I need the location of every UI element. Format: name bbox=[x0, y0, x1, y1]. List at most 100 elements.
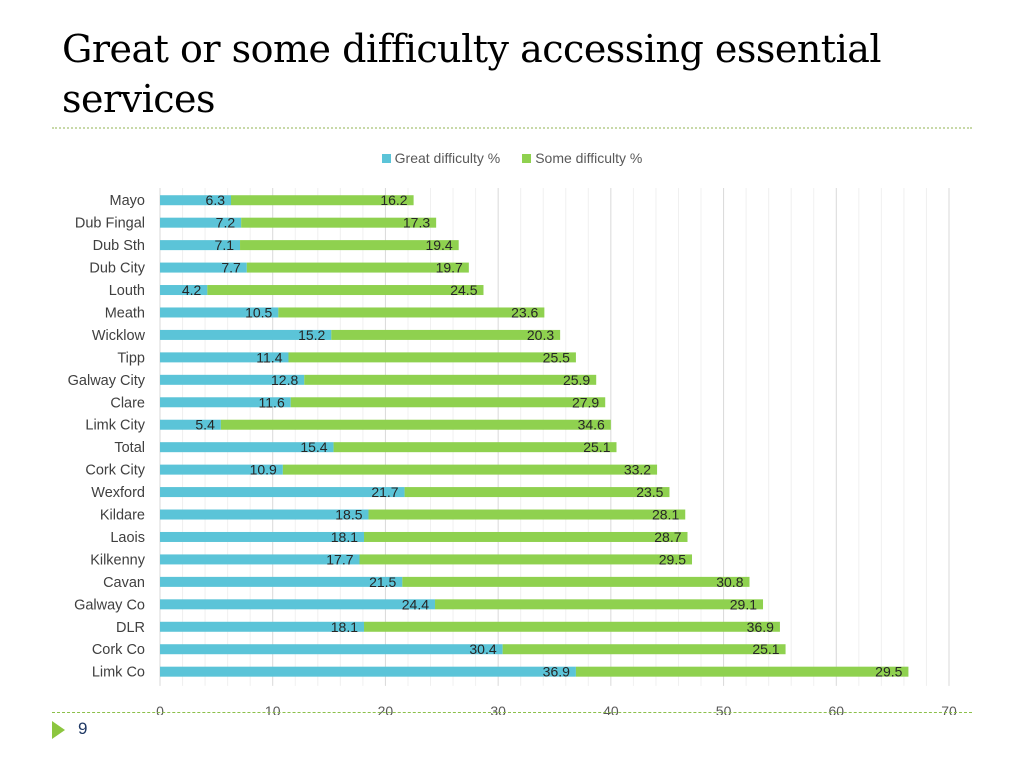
data-label: 15.4 bbox=[300, 439, 327, 455]
chart-legend: Great difficulty % Some difficulty % bbox=[0, 150, 1024, 166]
triangle-bullet-icon bbox=[52, 721, 65, 739]
data-label: 29.5 bbox=[659, 551, 686, 567]
category-label: Limk Co bbox=[92, 665, 145, 681]
bar-some-difficulty bbox=[435, 599, 764, 610]
footer-divider bbox=[52, 712, 972, 713]
data-label: 18.5 bbox=[335, 507, 362, 523]
data-label: 4.2 bbox=[182, 282, 202, 298]
category-label: Wexford bbox=[91, 485, 145, 501]
bar-great-difficulty bbox=[160, 666, 576, 677]
x-tick-label: 0 bbox=[156, 703, 164, 715]
category-label: DLR bbox=[116, 620, 145, 636]
data-label: 34.6 bbox=[578, 417, 605, 433]
x-tick-label: 30 bbox=[490, 703, 506, 715]
data-label: 30.4 bbox=[469, 641, 496, 657]
bar-some-difficulty bbox=[333, 442, 617, 453]
bar-great-difficulty bbox=[160, 576, 403, 587]
bar-some-difficulty bbox=[220, 419, 611, 430]
data-label: 10.5 bbox=[245, 304, 272, 320]
x-tick-label: 10 bbox=[265, 703, 281, 715]
data-label: 25.1 bbox=[583, 439, 610, 455]
data-label: 16.2 bbox=[380, 192, 407, 208]
title-divider bbox=[52, 127, 972, 129]
category-label: Total bbox=[114, 440, 145, 456]
bar-some-difficulty bbox=[404, 487, 670, 498]
data-label: 10.9 bbox=[250, 462, 277, 478]
bar-some-difficulty bbox=[290, 397, 606, 408]
data-label: 18.1 bbox=[331, 529, 358, 545]
legend-swatch-great bbox=[381, 153, 391, 163]
x-tick-label: 20 bbox=[378, 703, 394, 715]
data-label: 23.6 bbox=[511, 304, 538, 320]
category-label: Limk City bbox=[85, 418, 145, 434]
data-label: 27.9 bbox=[572, 394, 599, 410]
category-label: Cork City bbox=[85, 463, 145, 479]
legend-swatch-some bbox=[522, 153, 532, 163]
slide-title: Great or some difficulty accessing essen… bbox=[62, 27, 882, 121]
data-label: 25.1 bbox=[752, 641, 779, 657]
bar-some-difficulty bbox=[359, 554, 693, 565]
x-tick-label: 50 bbox=[716, 703, 732, 715]
legend-item-great: Great difficulty % bbox=[381, 150, 501, 166]
data-label: 24.5 bbox=[450, 282, 477, 298]
bar-some-difficulty bbox=[502, 644, 786, 655]
bar-some-difficulty bbox=[402, 576, 750, 587]
category-label: Kilkenny bbox=[90, 552, 146, 568]
category-label: Clare bbox=[110, 395, 145, 411]
category-label: Cork Co bbox=[92, 642, 145, 658]
category-label: Kildare bbox=[100, 508, 145, 524]
data-label: 23.5 bbox=[636, 484, 663, 500]
bar-some-difficulty bbox=[364, 531, 688, 542]
bar-some-difficulty bbox=[282, 464, 658, 475]
bar-great-difficulty bbox=[160, 644, 503, 655]
page-number: 9 bbox=[78, 719, 88, 738]
data-label: 19.4 bbox=[425, 237, 452, 253]
data-label: 12.8 bbox=[271, 372, 298, 388]
data-label: 11.4 bbox=[256, 349, 282, 365]
bar-some-difficulty bbox=[575, 666, 909, 677]
data-label: 7.7 bbox=[221, 260, 241, 276]
category-label: Louth bbox=[109, 283, 145, 299]
data-label: 5.4 bbox=[195, 417, 215, 433]
category-label: Mayo bbox=[110, 193, 145, 209]
category-label: Dub City bbox=[89, 261, 145, 277]
category-label: Tipp bbox=[117, 350, 145, 366]
x-tick-label: 60 bbox=[828, 703, 844, 715]
x-tick-label: 70 bbox=[941, 703, 957, 715]
data-label: 17.3 bbox=[403, 215, 430, 231]
data-label: 19.7 bbox=[436, 260, 463, 276]
category-label: Dub Fingal bbox=[75, 216, 145, 232]
data-label: 29.5 bbox=[875, 664, 902, 680]
data-label: 25.5 bbox=[543, 349, 570, 365]
bar-great-difficulty bbox=[160, 487, 405, 498]
category-label: Wicklow bbox=[92, 328, 146, 344]
data-label: 33.2 bbox=[624, 462, 651, 478]
x-tick-label: 40 bbox=[603, 703, 619, 715]
data-label: 15.2 bbox=[298, 327, 325, 343]
data-label: 17.7 bbox=[326, 551, 353, 567]
legend-label-great: Great difficulty % bbox=[394, 150, 501, 166]
bar-some-difficulty bbox=[288, 352, 576, 363]
bar-some-difficulty bbox=[331, 329, 561, 340]
data-label: 30.8 bbox=[716, 574, 743, 590]
data-label: 20.3 bbox=[527, 327, 554, 343]
data-label: 11.6 bbox=[259, 394, 285, 410]
bar-some-difficulty bbox=[364, 621, 780, 632]
bar-great-difficulty bbox=[160, 599, 436, 610]
data-label: 36.9 bbox=[747, 619, 774, 635]
category-label: Laois bbox=[110, 530, 145, 546]
category-label: Galway City bbox=[68, 373, 146, 389]
data-label: 25.9 bbox=[563, 372, 590, 388]
data-label: 21.5 bbox=[369, 574, 396, 590]
bar-some-difficulty bbox=[304, 374, 597, 385]
data-label: 7.1 bbox=[215, 237, 235, 253]
data-label: 29.1 bbox=[730, 596, 757, 612]
data-label: 6.3 bbox=[206, 192, 226, 208]
bar-some-difficulty bbox=[368, 509, 686, 520]
category-label: Dub Sth bbox=[93, 238, 145, 254]
category-label: Cavan bbox=[103, 575, 145, 591]
data-label: 18.1 bbox=[331, 619, 358, 635]
data-label: 24.4 bbox=[402, 596, 429, 612]
data-label: 7.2 bbox=[216, 215, 236, 231]
legend-label-some: Some difficulty % bbox=[535, 150, 643, 166]
